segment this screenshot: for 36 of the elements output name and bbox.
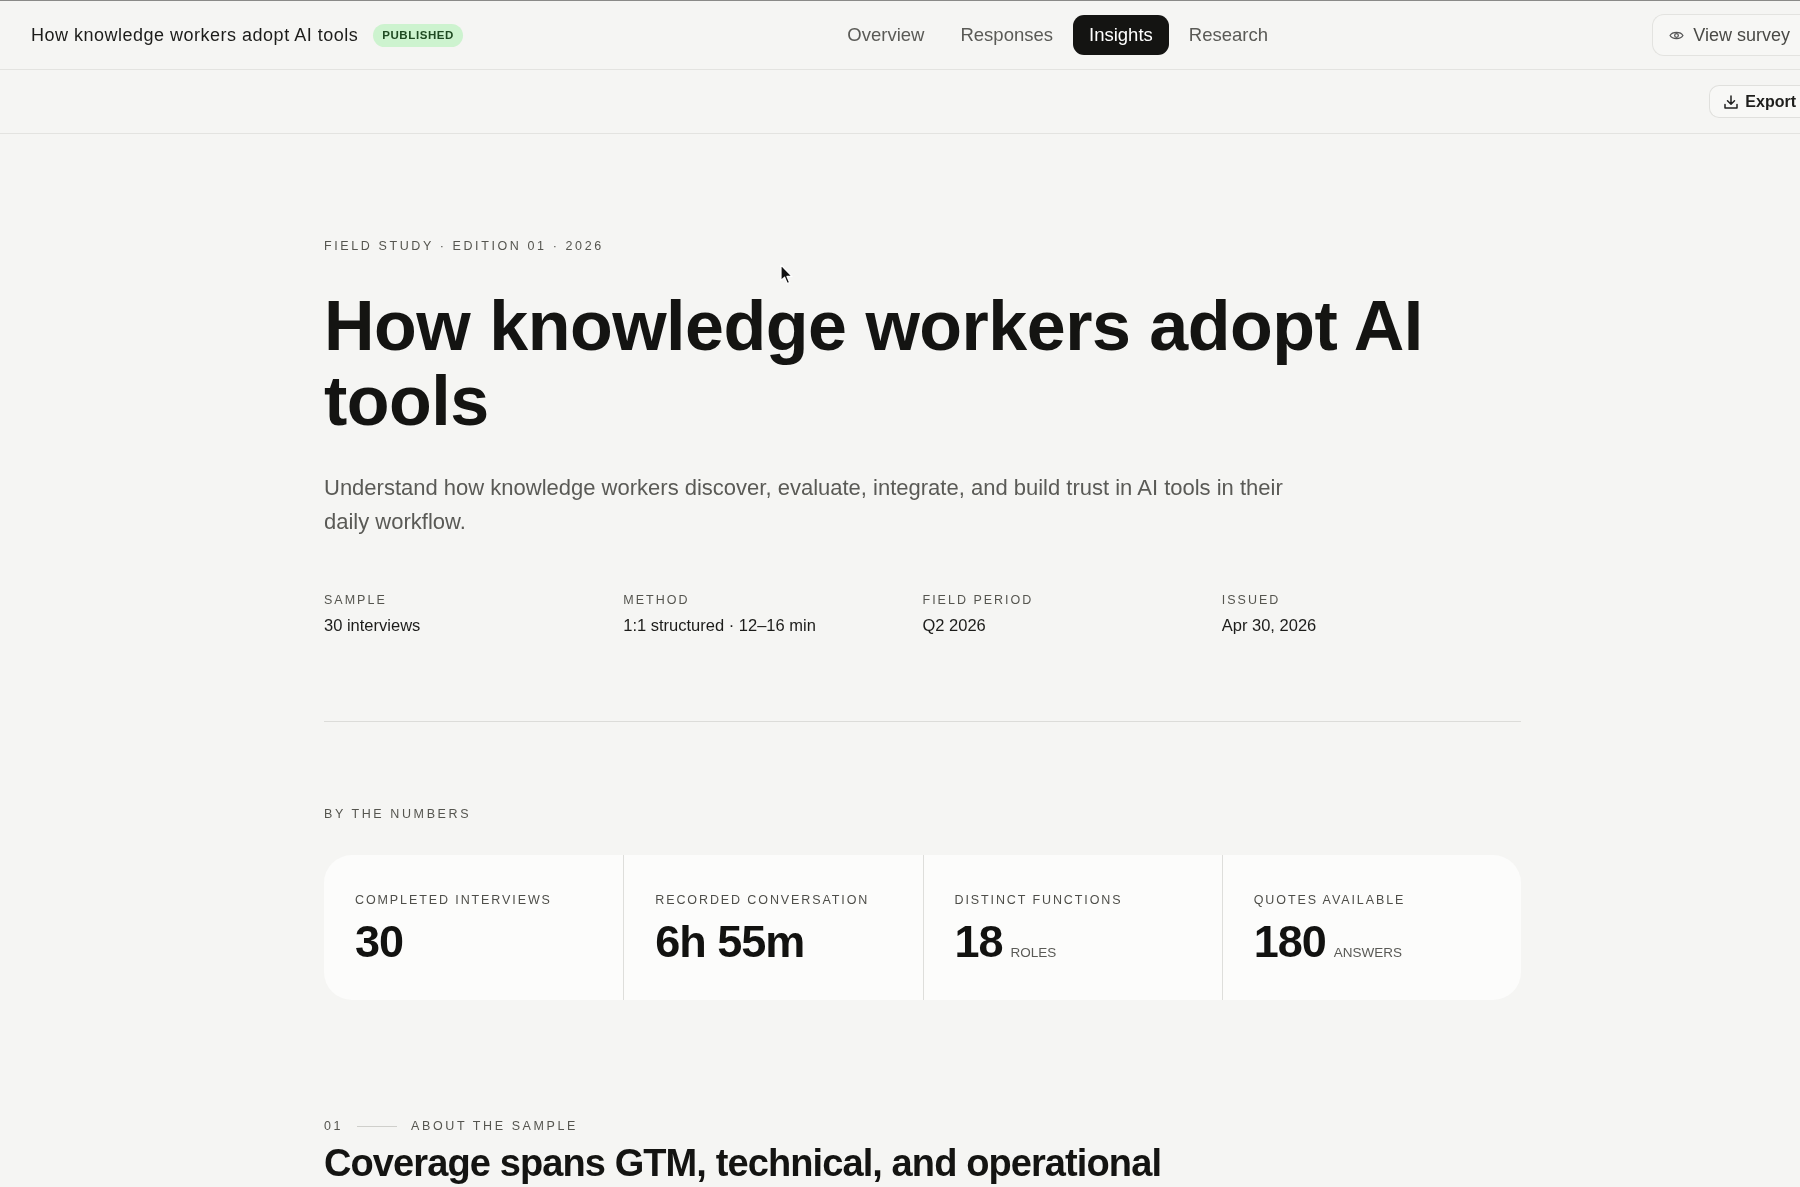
meta-label: SAMPLE <box>324 592 388 608</box>
download-icon <box>1724 94 1739 109</box>
eyebrow-label: FIELD STUDY · EDITION 01 · 2026 <box>324 238 605 254</box>
mouse-pointer-icon <box>780 264 794 285</box>
section-label: ABOUT THE SAMPLE <box>411 1118 578 1134</box>
meta-value: 30 interviews <box>324 615 422 636</box>
stat-label: QUOTES AVAILABLE <box>1253 892 1407 908</box>
report-description: Understand how knowledge workers discover, evaluate, integrate, and build trust in AI tools in their daily workflow. <box>324 474 1284 536</box>
stat-label: DISTINCT FUNCTIONS <box>954 892 1124 908</box>
meta-label: ISSUED <box>1221 592 1282 608</box>
meta-label: METHOD <box>623 592 691 608</box>
stat-value: 6h 55m <box>655 917 805 967</box>
stat-value: 180 <box>1253 917 1326 967</box>
view-survey-button[interactable]: View survey <box>1652 14 1800 56</box>
meta-value: Q2 2026 <box>922 615 987 636</box>
stat-label: RECORDED CONVERSATION <box>655 892 871 908</box>
stat-unit: ROLES <box>1010 945 1057 960</box>
nav-tab[interactable]: Responses <box>944 15 1069 55</box>
stat-value: 18 <box>954 917 1003 967</box>
meta-value: Apr 30, 2026 <box>1221 615 1318 636</box>
nav-tab[interactable]: Research <box>1172 15 1284 55</box>
section-label: BY THE NUMBERS <box>324 806 473 822</box>
stat-label: COMPLETED INTERVIEWS <box>355 892 553 908</box>
document-title: How knowledge workers adopt AI tools <box>31 24 359 46</box>
stat-value: 30 <box>355 917 404 967</box>
export-button[interactable]: Export <box>1709 85 1800 118</box>
status-badge: PUBLISHED <box>373 23 464 47</box>
report-title: How knowledge workers adopt AI tools <box>324 289 1424 439</box>
section-heading: Coverage spans GTM, technical, and operational <box>324 1142 1163 1184</box>
stat-unit: ANSWERS <box>1333 945 1403 960</box>
nav-tab[interactable]: Insights <box>1073 15 1169 55</box>
eye-icon <box>1669 29 1685 41</box>
meta-label: FIELD PERIOD <box>922 592 1035 608</box>
section-number: 01 <box>324 1118 344 1134</box>
nav-tab[interactable]: Overview <box>831 15 941 55</box>
meta-value: 1:1 structured · 12–16 min <box>623 615 817 636</box>
